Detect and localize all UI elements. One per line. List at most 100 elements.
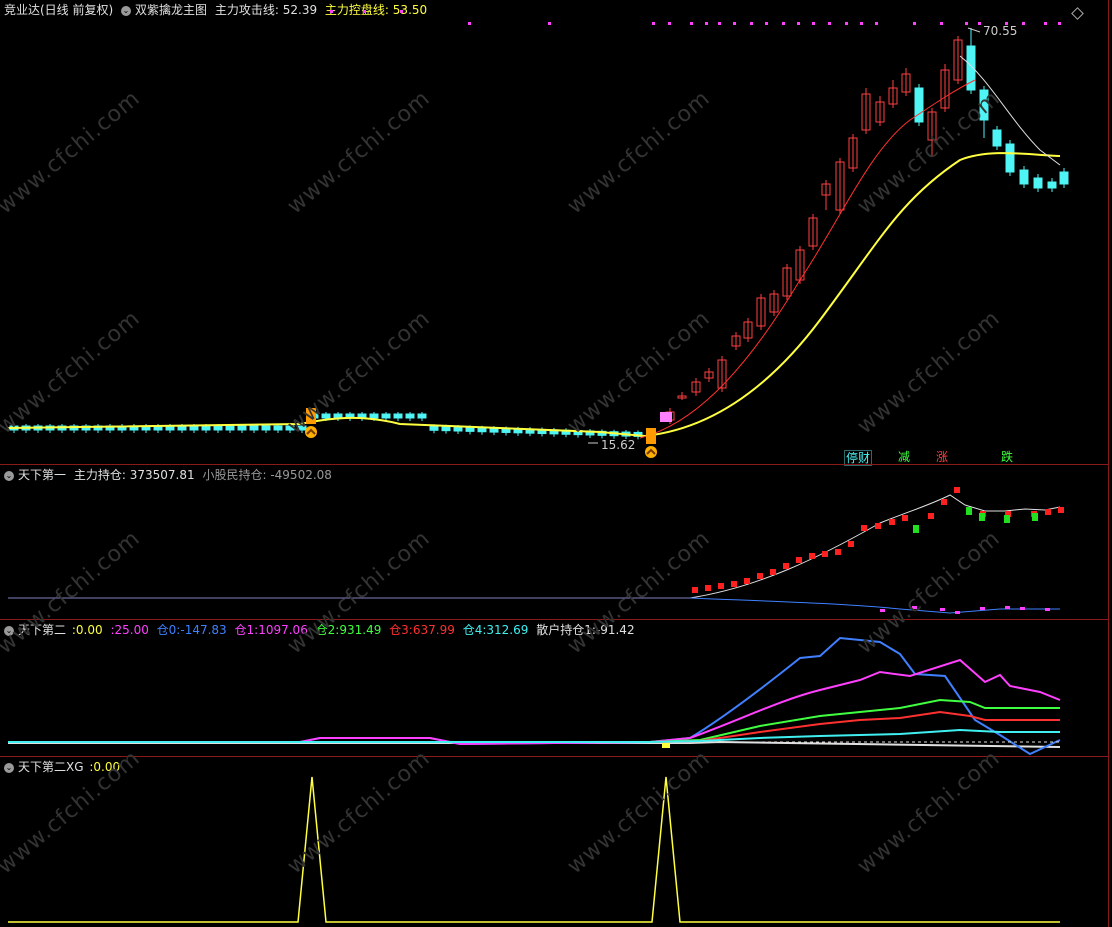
hold-bar-up [928, 513, 934, 519]
position-0-line [8, 636, 1061, 756]
top-marker-dot [548, 22, 551, 25]
candle-body [237, 425, 247, 431]
top-marker-dot [875, 22, 878, 25]
hold-bar-down [966, 507, 972, 515]
top-marker-dot [1058, 22, 1061, 25]
candle-body [249, 425, 259, 431]
top-marker-dot [668, 22, 671, 25]
xg-signal-line [8, 776, 1060, 923]
top-marker-dot [750, 22, 753, 25]
hold-bar-up [718, 583, 724, 589]
hold-bar-up [757, 573, 763, 579]
candle-body [429, 425, 439, 431]
candle-body [914, 87, 924, 123]
hold-bar-up [954, 487, 960, 493]
indicator-panel-2[interactable]: ⌄ 天下第二 :0.00 :25.00 仓0:-147.83 仓1:1097.06… [0, 619, 1109, 756]
top-marker-dot [797, 22, 800, 25]
candle-body [417, 413, 427, 419]
candle-body [261, 425, 271, 431]
hold-bar-up [822, 551, 828, 557]
candle-body [441, 426, 451, 432]
main-chart-panel[interactable]: 竞业达(日线 前复权) ⌄ 双紫擒龙主图 主力攻击线: 52.39 主力控盘线: … [0, 0, 1109, 466]
buy-signal-marker[interactable] [645, 428, 657, 458]
top-marker-dot [705, 22, 708, 25]
candle-body [273, 425, 283, 431]
hold-bar-up [731, 581, 737, 587]
top-marker-dot [913, 22, 916, 25]
event-tag-rise[interactable]: 涨 [935, 450, 949, 464]
top-marker-dot [1022, 22, 1025, 25]
hold-bar-up [783, 563, 789, 569]
hold-bar-up [796, 557, 802, 563]
control-line [7, 152, 1061, 438]
hold-bar-up [941, 499, 947, 505]
high-pointer [967, 27, 981, 33]
signal-bar [306, 408, 316, 424]
top-marker-dot [330, 10, 333, 13]
position-4-line [8, 728, 1060, 743]
indicator-panel-3[interactable]: ⌄ 天下第二XG :0.00 [0, 756, 1109, 927]
hold-bar-down [913, 525, 919, 533]
retail-bar [1020, 607, 1025, 610]
top-marker-dot [860, 22, 863, 25]
candle-body [285, 425, 295, 431]
position-1-line [8, 658, 1061, 746]
hold-bar-up [809, 553, 815, 559]
retail-bar [955, 611, 960, 614]
signal-circle [645, 446, 657, 458]
hold-bar-up [744, 578, 750, 584]
top-marker-dot [782, 22, 785, 25]
retail-bar [940, 608, 945, 611]
candle-body [405, 413, 415, 419]
candlestick-chart [7, 10, 1069, 458]
top-marker-dot [845, 22, 848, 25]
signal-chart [8, 776, 1060, 923]
retail-bar [980, 607, 985, 610]
retail-bar [1045, 608, 1050, 611]
hold-bar-up [1045, 509, 1051, 515]
attack-line [639, 79, 976, 439]
retail-bar [1005, 606, 1010, 609]
candle-body [1047, 181, 1057, 189]
candle-body [369, 413, 379, 419]
hold-bar-up [902, 515, 908, 521]
candle-body [1033, 177, 1043, 189]
hold-bar-up [1058, 507, 1064, 513]
top-marker-dot [978, 22, 981, 25]
candle-body [297, 425, 307, 431]
hold-bar-up [705, 585, 711, 591]
marker-yellow [662, 743, 670, 748]
pink-signal-marker [660, 412, 672, 422]
top-marker-dot [718, 22, 721, 25]
candle-body [465, 426, 475, 432]
top-marker-dot [828, 22, 831, 25]
candle-body [213, 425, 223, 431]
top-marker-dot [400, 10, 403, 13]
buy-signal-marker[interactable] [305, 408, 317, 438]
candle-body [1005, 143, 1015, 173]
candle-body [393, 413, 403, 419]
hold-bar-up [889, 519, 895, 525]
low-price-label: 15.62 [601, 438, 636, 452]
candle-body [225, 425, 235, 431]
candle-body [1019, 169, 1029, 185]
retail-bar [880, 609, 885, 612]
hold-bar-up [835, 549, 841, 555]
hold-bar-up [770, 569, 776, 575]
hold-bar-down [979, 513, 985, 521]
candle-body [992, 129, 1002, 147]
retail-hold-line [689, 597, 1060, 614]
top-marker-dot [363, 10, 366, 13]
position-lines-chart [8, 636, 1061, 756]
candle-body [381, 413, 391, 419]
hold-bar-up [692, 587, 698, 593]
candle-body [201, 425, 211, 431]
top-marker-dot [690, 22, 693, 25]
event-tag-fall[interactable]: 跌 [1000, 450, 1014, 464]
candle-body [979, 89, 989, 121]
top-marker-dot [1044, 22, 1047, 25]
top-marker-dot [812, 22, 815, 25]
indicator-panel-1[interactable]: ⌄ 天下第一 主力持仓: 373507.81 小股民持仓: -49502.08 [0, 464, 1109, 619]
retail-bar [912, 606, 917, 609]
event-tag-reduce[interactable]: 减 [897, 450, 911, 464]
